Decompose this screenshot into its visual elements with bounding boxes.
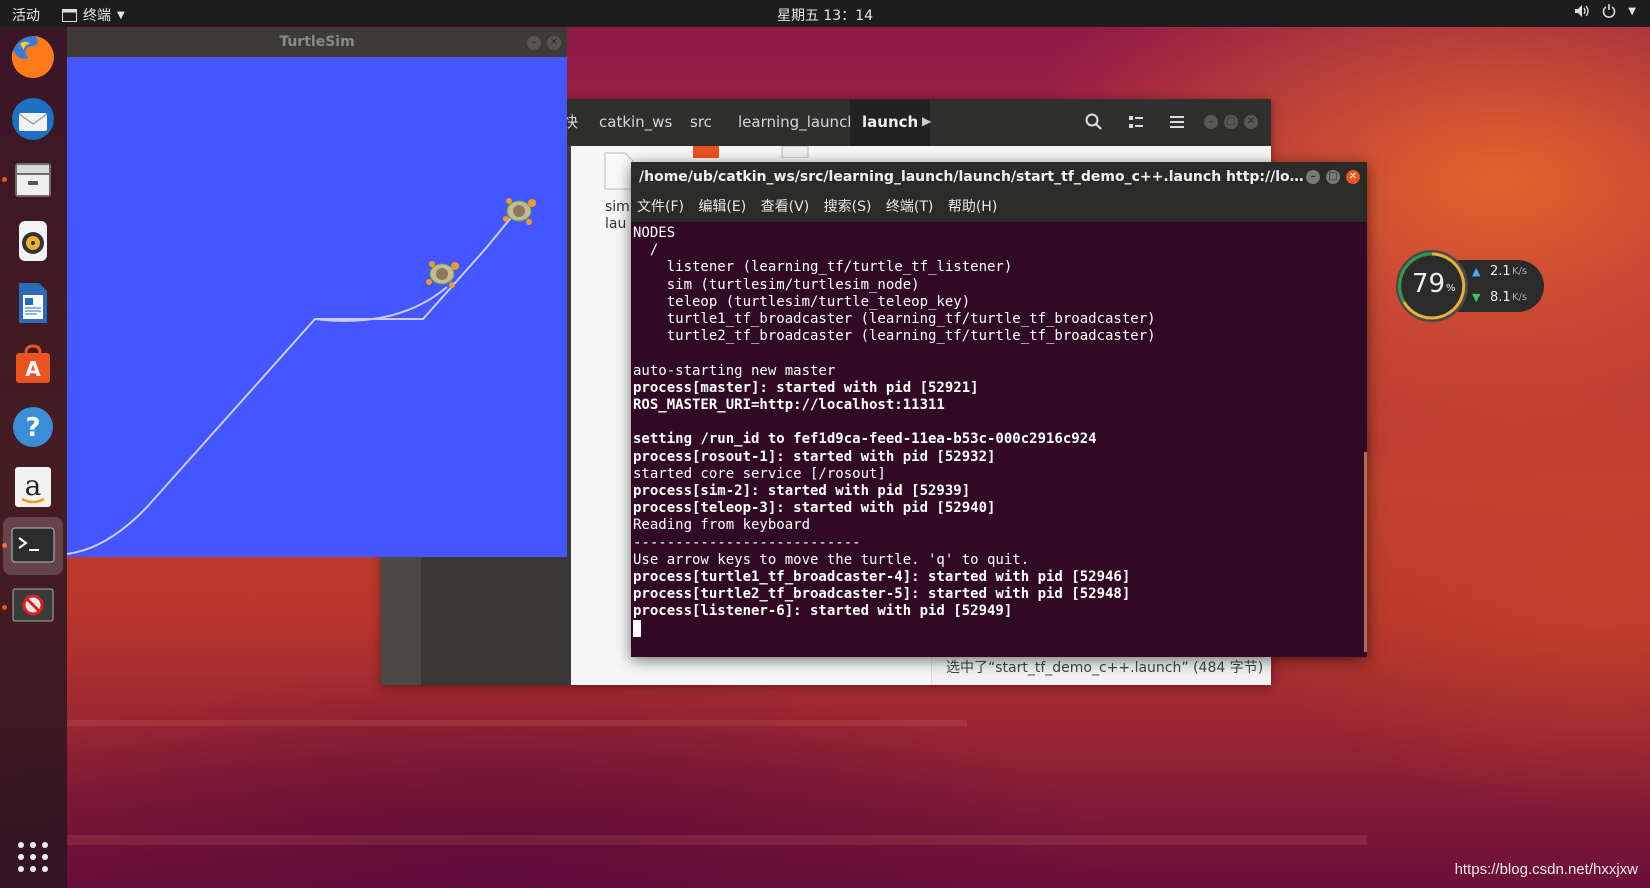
search-icon[interactable] [1085,113,1103,131]
help-icon[interactable]: ? [9,403,57,451]
amazon-icon[interactable]: a [9,463,57,511]
grid-icon[interactable] [9,833,57,881]
breadcrumb-learning-launch[interactable]: learning_launch [726,99,869,146]
speed-panel: ▲ 2.1 K/s ▼ 8.1 K/s [1458,260,1544,312]
memory-gauge: 79 % [1396,250,1468,322]
close-button[interactable]: ✕ [547,36,561,50]
terminal-title: /home/ub/catkin_ws/src/learning_launch/l… [639,169,1309,185]
running-indicator [2,605,7,610]
terminal-line: NODES [633,225,676,241]
terminal-line: Use arrow keys to move the turtle. 'q' t… [633,551,1030,568]
turtle-canvas[interactable] [66,57,567,557]
terminal-line: ROS_MASTER_URI=http://localhost:11311 [633,397,945,413]
thunderbird-icon[interactable] [9,95,57,143]
file-label: sim [605,199,630,215]
terminal-line: process[listener-6]: started with pid [5… [633,603,1013,620]
terminal-output[interactable]: NODES / listener (learning_tf/turtle_tf_… [631,222,1367,657]
running-indicator [2,177,7,182]
chevron-down-icon: ▼ [1628,6,1636,17]
terminal-titlebar: /home/ub/catkin_ws/src/learning_launch/l… [631,162,1367,193]
percent-sign: % [1446,283,1456,294]
menu-help[interactable]: 帮助(H) [948,199,997,215]
terminal-line: teleop (turtlesim/turtle_teleop_key) [633,293,971,310]
turtle2-icon [426,261,459,288]
maximize-button[interactable]: □ [1224,115,1238,129]
minimize-button[interactable]: – [1204,115,1218,129]
terminal-line: process[turtle1_tf_broadcaster-4]: start… [633,569,1131,585]
terminal-window[interactable]: /home/ub/catkin_ws/src/learning_launch/l… [631,162,1367,657]
svg-text:?: ? [25,413,40,443]
firefox-icon[interactable] [9,33,57,81]
turtle1-icon [503,198,536,225]
close-button[interactable]: ✕ [1244,115,1258,129]
view-toggle-icon[interactable] [1128,114,1144,130]
breadcrumb-launch[interactable]: launch [850,99,931,146]
power-icon[interactable] [1602,4,1616,18]
terminal-line: / [633,242,659,259]
breadcrumb-catkin-ws[interactable]: catkin_ws [587,99,684,146]
file-icon[interactable] [691,146,723,158]
menu-edit[interactable]: 编辑(E) [698,199,746,215]
download-speed: 8.1 [1490,290,1511,305]
upload-arrow-icon: ▲ [1472,265,1481,278]
scrollbar-thumb[interactable] [1364,452,1367,652]
minimize-button[interactable]: – [1306,170,1320,184]
clock[interactable]: 星期五 13：14 [0,5,1650,25]
svg-text:a: a [25,469,42,502]
terminal-line: --------------------------- [633,534,861,551]
rhythmbox-icon[interactable] [9,217,57,265]
terminal-line: listener (learning_tf/turtle_tf_listener… [633,259,1013,276]
terminal-line: process[teleop-3]: started with pid [529… [633,500,996,517]
volume-icon[interactable] [1574,4,1590,18]
chevron-right-icon[interactable]: ▶ [922,114,931,128]
wallpaper-stripe [67,835,1367,845]
close-button[interactable]: ✕ [1346,170,1360,184]
breadcrumb-src[interactable]: src [678,99,724,146]
file-icon[interactable] [780,146,812,158]
memory-percent: 79 [1412,269,1446,299]
turtlesim-window[interactable]: TurtleSim – ✕ [66,28,567,557]
terminal-line: sim (turtlesim/turtlesim_node) [633,276,920,293]
terminal-line: setting /run_id to fef1d9ca-feed-11ea-b5… [633,431,1097,448]
terminal-line: process[rosout-1]: started with pid [529… [633,448,996,465]
terminal-line: process[turtle2_tf_broadcaster-5]: start… [633,586,1131,603]
turtle-path [66,213,515,555]
download-arrow-icon: ▼ [1472,291,1481,304]
blocked-app-icon[interactable] [9,581,57,629]
terminal-line: process[master]: started with pid [52921… [633,379,979,396]
menu-search[interactable]: 搜索(S) [824,199,872,215]
scrollbar[interactable] [1363,222,1367,657]
maximize-button[interactable]: □ [1326,170,1340,184]
writer-icon[interactable] [9,279,57,327]
wallpaper-stripe [67,720,967,726]
terminal-icon[interactable] [3,517,63,575]
terminal-line: auto-starting new master [633,362,836,379]
terminal-line: turtle2_tf_broadcaster (learning_tf/turt… [633,328,1156,345]
terminal-line: turtle1_tf_broadcaster (learning_tf/turt… [633,311,1156,327]
menu-terminal[interactable]: 终端(T) [886,199,933,215]
netspeed-widget[interactable]: ▲ 2.1 K/s ▼ 8.1 K/s 79 % [1396,250,1544,322]
download-unit: K/s [1512,292,1528,303]
terminal-line: process[sim-2]: started with pid [52939] [633,483,971,499]
hamburger-menu-icon[interactable] [1169,114,1185,130]
text-cursor [633,620,641,637]
terminal-line: Reading from keyboard [633,517,811,534]
window-title: TurtleSim [279,34,355,50]
dock: A ? a [0,27,67,888]
upload-speed: 2.1 [1490,264,1511,279]
menu-view[interactable]: 查看(V) [761,199,810,215]
top-bar: 活动 终端 ▼ 星期五 13：14 ▼ [0,0,1650,27]
minimize-button[interactable]: – [527,36,541,50]
files-icon[interactable] [9,155,57,203]
menu-file[interactable]: 文件(F) [637,199,684,215]
terminal-line: started core service [/rosout] [633,465,886,482]
terminal-menubar: 文件(F) 编辑(E) 查看(V) 搜索(S) 终端(T) 帮助(H) [631,193,1367,222]
software-icon[interactable]: A [9,341,57,389]
file-label: lau [605,216,627,232]
upload-unit: K/s [1512,266,1528,277]
watermark: https://blog.csdn.net/hxxjxw [1454,861,1638,878]
svg-text:A: A [25,357,41,381]
system-tray[interactable]: ▼ [1574,4,1636,20]
